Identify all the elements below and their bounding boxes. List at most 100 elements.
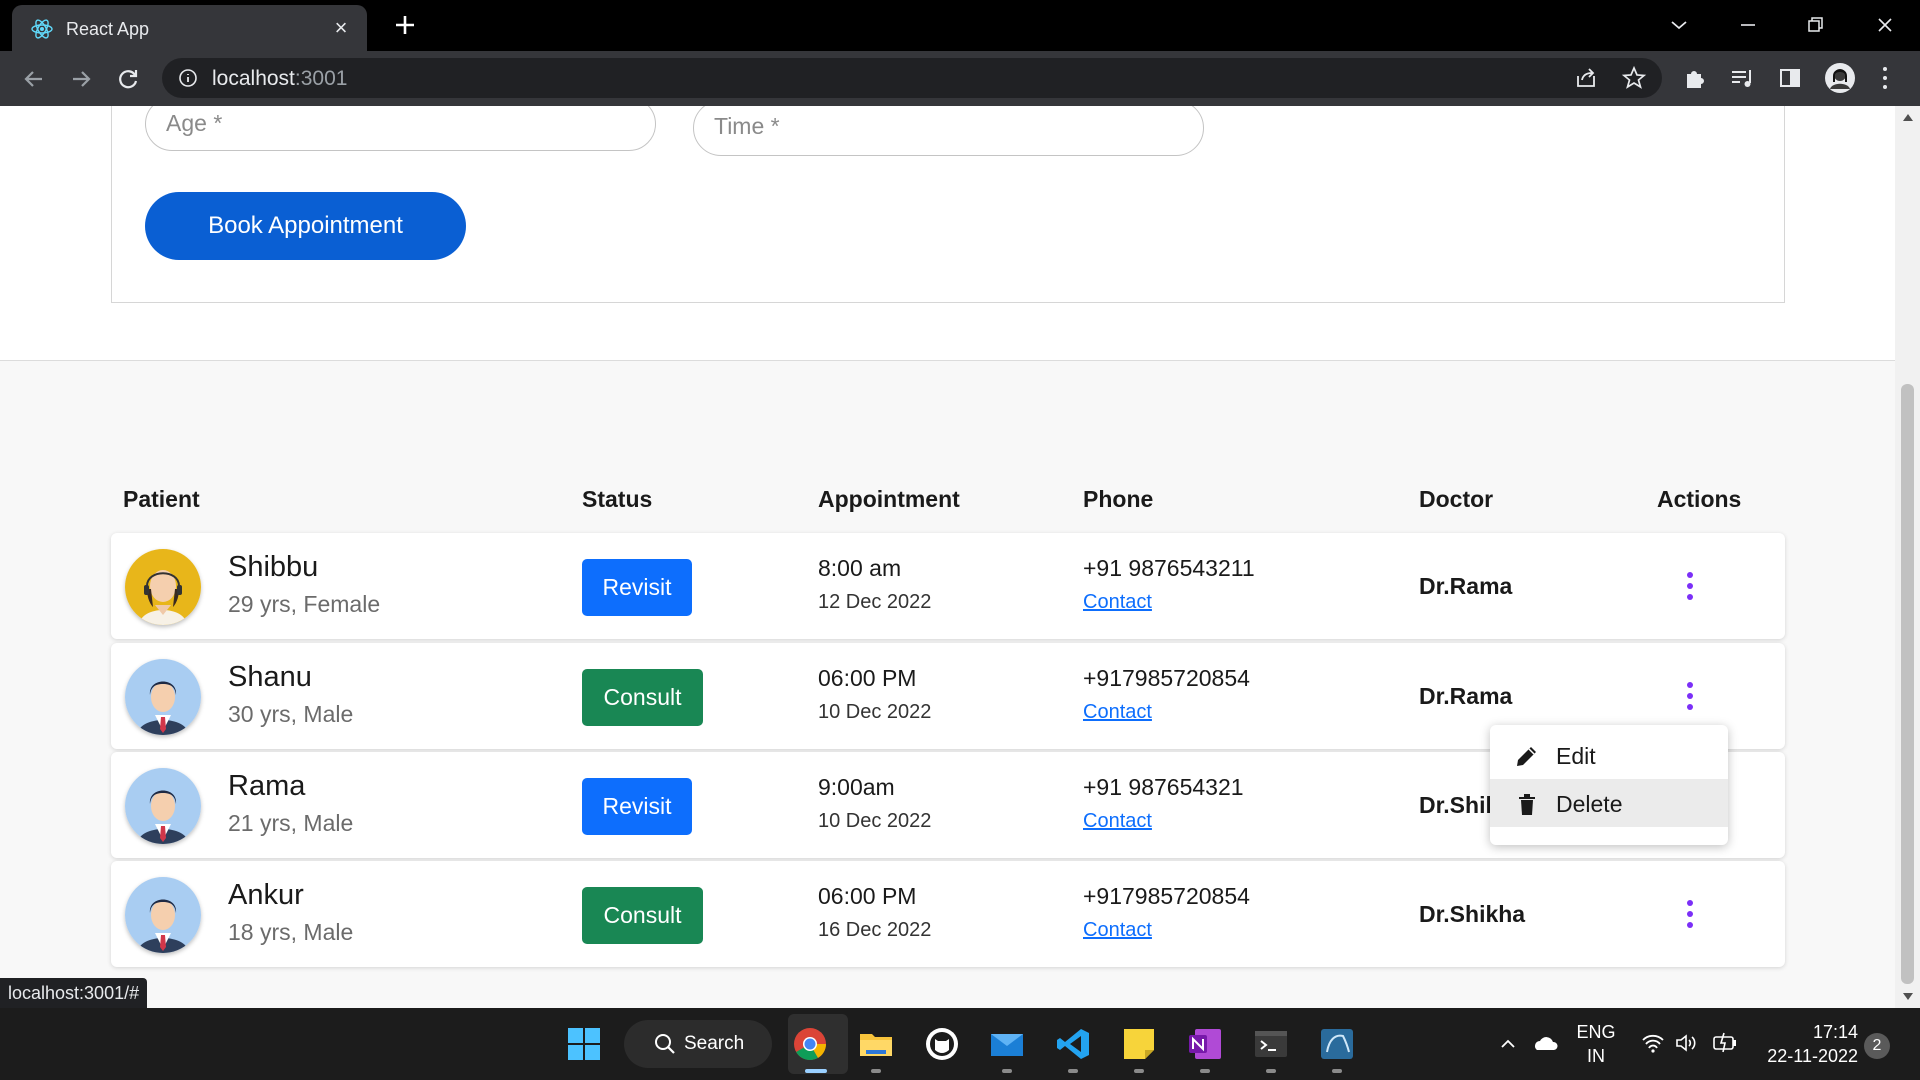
app-indicator: [1068, 1069, 1078, 1073]
pencil-icon: [1517, 747, 1536, 766]
chevron-up-icon[interactable]: [1498, 1034, 1518, 1054]
patient-info: 21 yrs, Male: [228, 810, 354, 836]
language-code[interactable]: ENG: [1574, 1022, 1618, 1043]
doctor-name: Dr.Rama: [1419, 573, 1513, 599]
patient-info: 30 yrs, Male: [228, 701, 354, 727]
appointment-date: 10 Dec 2022: [818, 701, 932, 723]
forward-icon[interactable]: [67, 65, 95, 93]
page-scrollbar[interactable]: [1895, 106, 1920, 1008]
new-tab-icon[interactable]: [392, 12, 418, 38]
back-icon[interactable]: [20, 65, 48, 93]
sticky-notes-icon[interactable]: [1121, 1026, 1157, 1062]
tab-search-chevron-icon[interactable]: [1664, 10, 1694, 40]
notification-badge[interactable]: 2: [1864, 1033, 1890, 1059]
appointment-date: 12 Dec 2022: [818, 591, 932, 613]
contact-link[interactable]: Contact: [1083, 919, 1152, 942]
table-row: Ankur 18 yrs, Male Consult 06:00 PM 16 D…: [111, 861, 1785, 967]
file-explorer-icon[interactable]: [858, 1026, 894, 1062]
vscode-icon[interactable]: [1055, 1026, 1091, 1062]
restore-icon[interactable]: [1800, 10, 1830, 40]
close-window-icon[interactable]: [1870, 10, 1900, 40]
doctor-name: Dr.Shikha: [1419, 901, 1526, 927]
browser-menu-icon[interactable]: [1882, 67, 1888, 89]
time-field[interactable]: Time *: [693, 106, 1204, 156]
mysql-workbench-icon[interactable]: [1319, 1026, 1355, 1062]
share-icon[interactable]: [1572, 64, 1600, 92]
appointment-date: 10 Dec 2022: [818, 810, 932, 832]
scroll-thumb[interactable]: [1901, 384, 1914, 984]
appointment-time: 06:00 PM: [818, 883, 917, 909]
appointment-time: 06:00 PM: [818, 665, 917, 691]
search-icon: [655, 1034, 675, 1054]
row-actions-menu: Edit Delete: [1490, 725, 1728, 845]
url-text: localhost:3001: [212, 67, 348, 90]
onenote-icon[interactable]: [1187, 1026, 1223, 1062]
tab-close-icon[interactable]: ×: [329, 16, 353, 40]
menu-item-edit[interactable]: Edit: [1490, 731, 1728, 779]
male-avatar-icon: [125, 877, 201, 953]
browser-tab[interactable]: React App ×: [12, 5, 367, 51]
male-avatar-icon: [125, 659, 201, 735]
header-doctor: Doctor: [1419, 486, 1494, 512]
media-control-icon[interactable]: [1728, 64, 1756, 92]
contact-link[interactable]: Contact: [1083, 810, 1152, 833]
age-field[interactable]: Age *: [145, 106, 656, 151]
clock-time[interactable]: 17:14: [1748, 1022, 1858, 1043]
taskbar-search[interactable]: Search: [624, 1020, 772, 1068]
more-vert-icon[interactable]: [1684, 681, 1696, 711]
more-vert-icon[interactable]: [1684, 571, 1696, 601]
browser-titlebar: React App ×: [0, 0, 1920, 51]
wifi-icon[interactable]: [1641, 1032, 1665, 1054]
extensions-icon[interactable]: [1681, 64, 1709, 92]
page-viewport: Age * Time * Book Appointment Patient St…: [0, 106, 1895, 1008]
chrome-icon[interactable]: [792, 1026, 828, 1062]
trash-icon: [1519, 794, 1535, 815]
header-actions: Actions: [1657, 486, 1742, 512]
onedrive-icon[interactable]: [1531, 1032, 1559, 1054]
mail-icon[interactable]: [989, 1026, 1025, 1062]
status-badge[interactable]: Revisit: [582, 559, 692, 616]
profile-avatar[interactable]: [1824, 62, 1856, 94]
phone-number: +917985720854: [1083, 665, 1250, 691]
appointment-time: 8:00 am: [818, 555, 902, 581]
active-app-indicator: [805, 1069, 827, 1073]
reload-icon[interactable]: [114, 65, 142, 93]
bookmark-star-icon[interactable]: [1620, 64, 1648, 92]
status-badge[interactable]: Consult: [582, 887, 703, 944]
windows-start-icon[interactable]: [566, 1026, 602, 1062]
patient-name: Ankur: [228, 879, 304, 911]
contact-link[interactable]: Contact: [1083, 701, 1152, 724]
volume-icon[interactable]: [1674, 1032, 1698, 1054]
battery-icon[interactable]: [1712, 1030, 1738, 1054]
site-info-icon[interactable]: [178, 68, 198, 88]
github-icon[interactable]: [924, 1026, 960, 1062]
address-bar[interactable]: localhost:3001: [162, 58, 1662, 98]
scroll-up-icon[interactable]: [1903, 114, 1913, 121]
book-appointment-button[interactable]: Book Appointment: [145, 192, 466, 260]
link-status-bubble: localhost:3001/#: [0, 978, 148, 1008]
menu-item-delete[interactable]: Delete: [1490, 779, 1728, 827]
browser-toolbar: localhost:3001: [0, 51, 1920, 106]
app-indicator: [1266, 1069, 1276, 1073]
app-indicator: [1332, 1069, 1342, 1073]
doctor-name: Dr.Rama: [1419, 683, 1513, 709]
appointment-form: Age * Time * Book Appointment: [111, 106, 1785, 303]
region-code[interactable]: IN: [1574, 1046, 1618, 1067]
side-panel-icon[interactable]: [1776, 64, 1804, 92]
status-badge[interactable]: Revisit: [582, 778, 692, 835]
scroll-down-icon[interactable]: [1903, 993, 1913, 1000]
contact-link[interactable]: Contact: [1083, 591, 1152, 614]
status-badge[interactable]: Consult: [582, 669, 703, 726]
patient-name: Shanu: [228, 661, 312, 693]
male-avatar-icon: [125, 768, 201, 844]
terminal-icon[interactable]: [1253, 1026, 1289, 1062]
more-vert-icon[interactable]: [1684, 899, 1696, 929]
minimize-icon[interactable]: [1733, 10, 1763, 40]
doctor-name: Dr.Shil: [1419, 792, 1492, 818]
phone-number: +917985720854: [1083, 883, 1250, 909]
patient-name: Rama: [228, 770, 306, 802]
app-indicator: [1002, 1069, 1012, 1073]
app-indicator: [871, 1069, 881, 1073]
appointment-time: 9:00am: [818, 774, 895, 800]
clock-date[interactable]: 22-11-2022: [1748, 1046, 1858, 1067]
